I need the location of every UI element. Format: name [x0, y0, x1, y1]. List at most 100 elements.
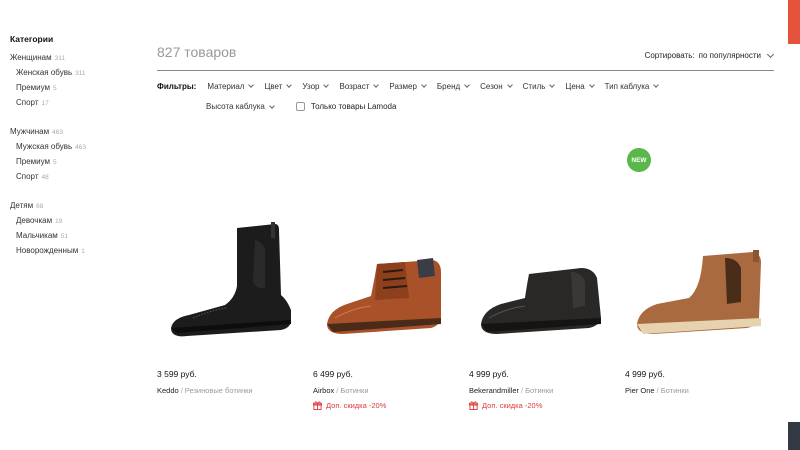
product-image[interactable] — [157, 150, 303, 350]
category-group-men: Мужчинам 463 Мужская обувь 463 Премиум 5 Сп… — [10, 124, 150, 184]
filter-label: Материал — [207, 81, 245, 91]
chevron-down-icon — [323, 82, 330, 88]
product-type: Ботинки — [340, 386, 369, 395]
category-group-women: Женщинам 311 Женская обувь 311 Премиум 5 Сп… — [10, 50, 150, 110]
category-group-kids: Детям 68 Девочкам 19 Мальчикам 51 Новорожде… — [10, 198, 150, 258]
chevron-down-icon — [549, 82, 556, 88]
filter-bar: Фильтры: Материал Цвет Узор Возраст Разм… — [157, 80, 669, 92]
category-men-premium[interactable]: Премиум 5 — [10, 154, 150, 169]
product-title[interactable]: Bekerandmiller / Ботинки — [469, 386, 553, 395]
sort-dropdown[interactable]: Сортировать: по популярности — [644, 50, 775, 60]
category-count: 17 — [41, 100, 49, 107]
filter-label: Сезон — [480, 81, 503, 91]
filter-color[interactable]: Цвет — [264, 82, 293, 91]
filter-heel-type[interactable]: Тип каблука — [605, 82, 660, 91]
filter-label: Узор — [302, 81, 320, 91]
filter-pattern[interactable]: Узор — [302, 81, 330, 91]
filter-heel-height[interactable]: Высота каблука — [206, 102, 275, 111]
product-title[interactable]: Keddo / Резиновые ботинки — [157, 386, 253, 395]
product-image[interactable] — [625, 150, 771, 350]
sort-label: Сортировать: — [644, 51, 695, 60]
promo-discount[interactable]: Доп. скидка -20% — [469, 401, 542, 410]
product-card[interactable]: 4 999 руб. Bekerandmiller / Ботинки Доп. с… — [469, 150, 615, 410]
filter-bar-row2: Высота каблука Только товары Lamoda — [206, 102, 396, 111]
results-count: 827 товаров — [157, 44, 237, 60]
product-card[interactable]: 6 499 руб. Airbox / Ботинки Доп. скидка -2… — [313, 150, 459, 410]
filter-brand[interactable]: Бренд — [437, 82, 470, 91]
category-label: Девочкам — [16, 216, 53, 225]
category-women-premium[interactable]: Премиум 5 — [10, 80, 150, 95]
corner-block — [788, 422, 800, 450]
filter-label: Высота каблука — [206, 102, 265, 111]
product-type: Ботинки — [660, 386, 689, 395]
category-men-sport[interactable]: Спорт 48 — [10, 169, 150, 184]
category-label: Спорт — [16, 98, 39, 107]
product-price: 4 999 руб. — [625, 369, 665, 379]
category-label: Премиум — [16, 157, 51, 166]
chevron-down-icon — [286, 82, 293, 88]
filter-material[interactable]: Материал — [207, 81, 255, 91]
category-kids-newborn[interactable]: Новорожденным 1 — [10, 243, 150, 258]
product-type: Резиновые ботинки — [184, 386, 253, 395]
category-label: Детям — [10, 201, 34, 210]
filter-style[interactable]: Стиль — [522, 81, 556, 91]
separator: / — [180, 386, 183, 395]
separator: / — [656, 386, 659, 395]
product-title[interactable]: Pier One / Ботинки — [625, 386, 689, 395]
separator: / — [336, 386, 339, 395]
category-sidebar: Категории Женщинам 311 Женская обувь 311 П… — [10, 34, 150, 272]
chevron-down-icon — [464, 82, 470, 88]
category-women-shoes[interactable]: Женская обувь 311 — [10, 65, 150, 80]
category-kids-girls[interactable]: Девочкам 19 — [10, 213, 150, 228]
filter-label: Стиль — [522, 81, 546, 91]
category-label: Премиум — [16, 83, 51, 92]
filter-age[interactable]: Возраст — [339, 81, 380, 91]
product-image[interactable] — [313, 150, 459, 350]
gift-icon — [469, 401, 478, 410]
category-men[interactable]: Мужчинам 463 — [10, 124, 150, 139]
product-card[interactable]: 4 999 руб. Pier One / Ботинки — [625, 150, 771, 395]
category-label: Новорожденным — [16, 246, 79, 255]
separator: / — [521, 386, 524, 395]
category-count: 463 — [52, 129, 63, 136]
lamoda-only-checkbox[interactable] — [295, 102, 305, 111]
filter-price[interactable]: Цена — [565, 82, 595, 91]
category-label: Женщинам — [10, 53, 52, 62]
category-label: Женская обувь — [16, 68, 73, 77]
category-kids[interactable]: Детям 68 — [10, 198, 150, 213]
category-label: Спорт — [16, 172, 39, 181]
category-women[interactable]: Женщинам 311 — [10, 50, 150, 65]
category-count: 1 — [81, 248, 85, 255]
chevron-down-icon — [506, 82, 513, 88]
product-price: 4 999 руб. — [469, 369, 509, 379]
category-kids-boys[interactable]: Мальчикам 51 — [10, 228, 150, 243]
filter-size[interactable]: Размер — [389, 81, 427, 91]
filters-label: Фильтры: — [157, 81, 197, 91]
filter-label: Возраст — [339, 81, 370, 91]
product-type: Ботинки — [525, 386, 554, 395]
promo-discount[interactable]: Доп. скидка -20% — [313, 401, 386, 410]
category-count: 463 — [75, 144, 87, 151]
chevron-down-icon — [766, 50, 775, 58]
product-brand: Bekerandmiller — [469, 386, 520, 395]
category-count: 5 — [53, 159, 57, 166]
chelsea-boot-icon — [637, 250, 761, 334]
category-label: Мужчинам — [10, 127, 50, 136]
sort-value: по популярности — [698, 51, 761, 60]
product-price: 3 599 руб. — [157, 369, 197, 379]
promo-text: Доп. скидка -20% — [482, 401, 543, 410]
category-label: Мужская обувь — [16, 142, 73, 151]
product-image[interactable] — [469, 150, 615, 350]
chevron-down-icon — [421, 82, 427, 88]
product-brand: Airbox — [313, 386, 335, 395]
product-card[interactable]: 3 599 руб. Keddo / Резиновые ботинки — [157, 150, 303, 395]
category-women-sport[interactable]: Спорт 17 — [10, 95, 150, 110]
filter-season[interactable]: Сезон — [480, 81, 513, 91]
product-brand: Keddo — [157, 386, 179, 395]
chevron-down-icon — [373, 82, 380, 88]
filter-label: Размер — [389, 81, 417, 91]
chevron-down-icon — [653, 82, 660, 88]
product-title[interactable]: Airbox / Ботинки — [313, 386, 369, 395]
shoe-icon — [327, 258, 441, 334]
category-men-shoes[interactable]: Мужская обувь 463 — [10, 139, 150, 154]
